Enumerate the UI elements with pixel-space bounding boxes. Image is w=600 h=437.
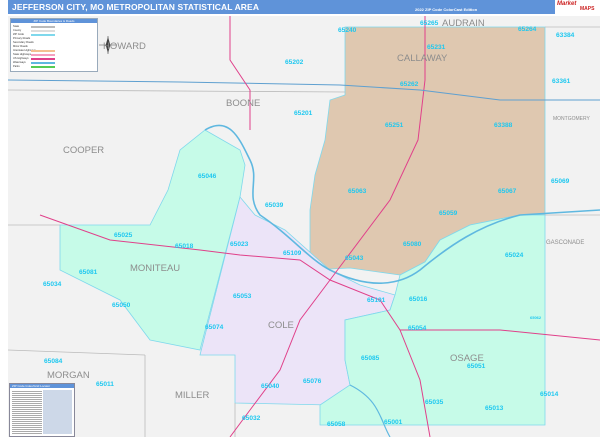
zip-label: 65034 bbox=[43, 281, 62, 288]
zip-label: 65240 bbox=[338, 27, 357, 34]
zip-label: 65014 bbox=[540, 391, 559, 398]
zip-label: 63384 bbox=[556, 32, 575, 39]
zip-label: 63361 bbox=[552, 78, 571, 85]
zip-label: 65063 bbox=[348, 188, 367, 195]
zip-label: 65039 bbox=[265, 202, 284, 209]
market-maps-logo: Market MAPS bbox=[555, 0, 600, 14]
zip-label: 65201 bbox=[294, 110, 313, 117]
zip-label: 65202 bbox=[285, 59, 304, 66]
zip-label: 65062 bbox=[530, 315, 542, 320]
zip-label: 65251 bbox=[385, 122, 404, 129]
zip-label: 65231 bbox=[427, 44, 446, 51]
zip-label: 65023 bbox=[230, 241, 249, 248]
zip-label: 65035 bbox=[425, 399, 444, 406]
legend-item: State Highways bbox=[13, 53, 32, 56]
zip-label: 65032 bbox=[242, 415, 261, 422]
legend-item: Primary Roads bbox=[13, 37, 31, 40]
county-label-montgomery: MONTGOMERY bbox=[553, 116, 590, 122]
zip-label: 65050 bbox=[112, 302, 131, 309]
zip-label: 65080 bbox=[403, 241, 422, 248]
edition-label: 2022 ZIP Code ColorCast Edition bbox=[415, 7, 478, 12]
zip-label: 65046 bbox=[198, 173, 217, 180]
title-bar: JEFFERSON CITY, MO METROPOLITAN STATISTI… bbox=[8, 0, 600, 14]
zip-label: 65109 bbox=[283, 250, 302, 257]
zip-label: 65016 bbox=[409, 296, 428, 303]
zip-label: 65040 bbox=[261, 383, 280, 390]
county-label-cooper: COOPER bbox=[63, 145, 105, 156]
map-title: JEFFERSON CITY, MO METROPOLITAN STATISTI… bbox=[12, 2, 260, 12]
zip-label: 65058 bbox=[327, 421, 346, 428]
zip-label: 65085 bbox=[361, 355, 380, 362]
zip-label: 65051 bbox=[467, 363, 486, 370]
zip-label: 65025 bbox=[114, 232, 133, 239]
legend-item: US Highways bbox=[13, 57, 29, 60]
zip-label: 65018 bbox=[175, 243, 194, 250]
legend-item: Waterways bbox=[13, 61, 26, 64]
zip-label: 65265 bbox=[420, 20, 439, 27]
legend-item: ZIP Code bbox=[13, 33, 24, 36]
county-label-audrain: AUDRAIN bbox=[442, 18, 485, 29]
map-canvas[interactable] bbox=[8, 16, 600, 437]
zip-label: 65069 bbox=[551, 178, 570, 185]
zip-label: 65059 bbox=[439, 210, 458, 217]
zip-label: 65076 bbox=[303, 378, 322, 385]
legend-title: ZIP Code Boundaries & Roads bbox=[11, 19, 97, 23]
county-label-boone: BOONE bbox=[226, 98, 261, 109]
zip-label: 65024 bbox=[505, 252, 524, 259]
county-label-howard: HOWARD bbox=[103, 41, 146, 52]
index-title: ZIP Code Index/Grid Locator bbox=[10, 384, 74, 388]
zip-label: 65067 bbox=[498, 188, 517, 195]
county-label-cole: COLE bbox=[268, 320, 294, 331]
zip-label: 65043 bbox=[345, 255, 364, 262]
zip-label: 65074 bbox=[205, 324, 224, 331]
legend-item: Parks bbox=[13, 65, 20, 68]
county-label-morgan: MORGAN bbox=[47, 370, 90, 381]
county-label-callaway: CALLAWAY bbox=[397, 53, 448, 64]
zip-label: 65084 bbox=[44, 358, 63, 365]
zip-label: 63388 bbox=[494, 122, 513, 129]
zip-label: 65001 bbox=[384, 419, 403, 426]
zip-label: 65264 bbox=[518, 26, 537, 33]
zip-label: 65054 bbox=[408, 325, 427, 332]
county-label-moniteau: MONITEAU bbox=[130, 263, 181, 274]
county-label-miller: MILLER bbox=[175, 390, 210, 401]
legend-item: County bbox=[13, 29, 22, 32]
zip-label: 65081 bbox=[79, 269, 98, 276]
map-legend: ZIP Code Boundaries & Roads State County… bbox=[10, 18, 98, 72]
zip-label: 65013 bbox=[485, 405, 504, 412]
zip-label: 65262 bbox=[400, 81, 419, 88]
zip-index-table: ZIP Code Index/Grid Locator bbox=[9, 383, 75, 437]
legend-item: State bbox=[13, 25, 20, 28]
legend-item: Minor Roads bbox=[13, 45, 28, 48]
legend-item: Secondary Roads bbox=[13, 41, 34, 44]
zip-label: 65101 bbox=[367, 297, 386, 304]
zip-label: 65011 bbox=[96, 381, 114, 388]
zip-label: 65053 bbox=[233, 293, 252, 300]
county-label-gasconade: GASCONADE bbox=[546, 240, 585, 246]
